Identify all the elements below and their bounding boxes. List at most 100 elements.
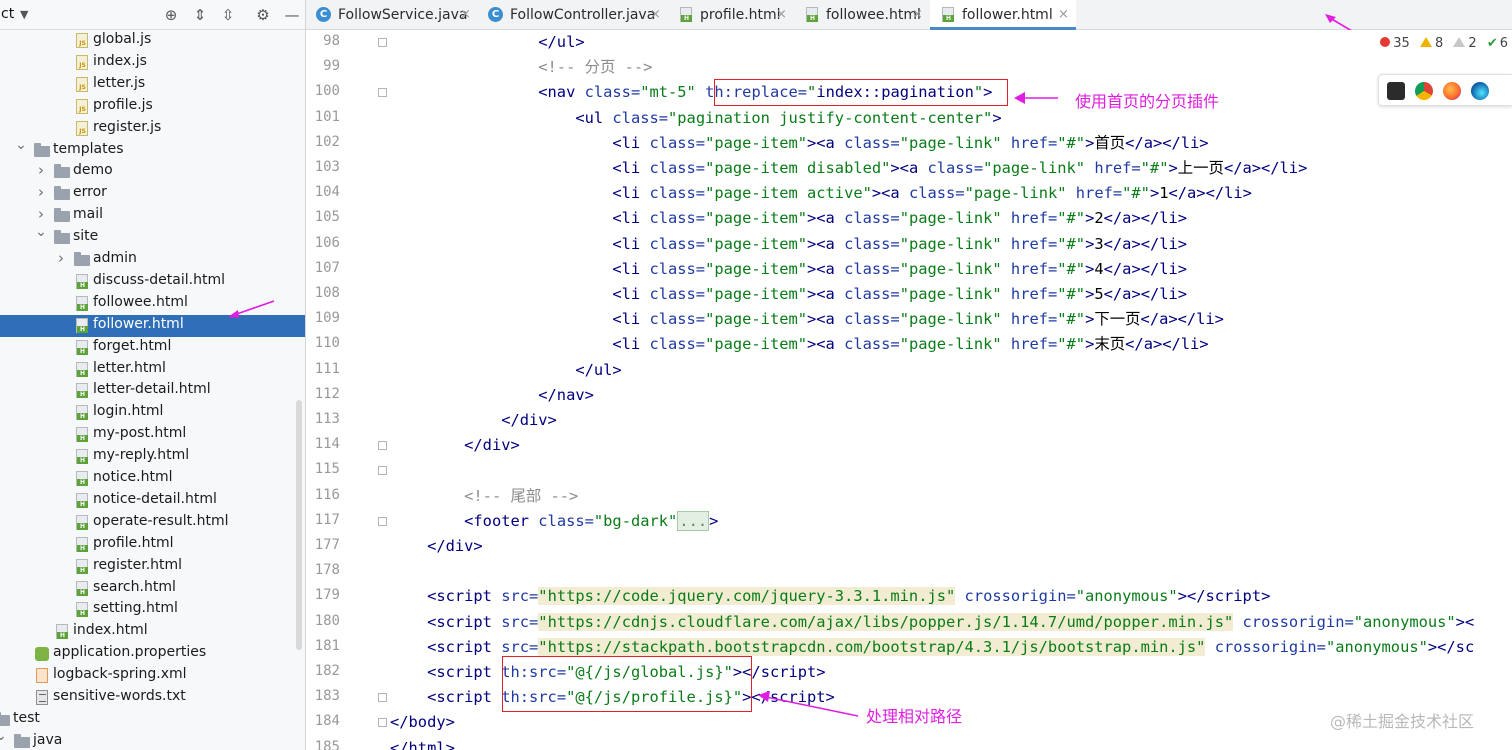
tree-file[interactable]: sensitive-words.txt	[0, 687, 305, 709]
chrome-icon[interactable]	[1415, 82, 1433, 100]
close-icon[interactable]: ×	[460, 7, 471, 22]
tree-folder[interactable]: ⌄ templates	[0, 137, 305, 162]
fold-marker-icon[interactable]	[378, 88, 387, 98]
code-line[interactable]: <!-- 分页 -->	[390, 55, 652, 80]
chevron-down-icon[interactable]: ▼	[20, 8, 28, 21]
code-line[interactable]: <li class="page-item"><a class="page-lin…	[390, 206, 1187, 231]
hide-panel-icon[interactable]: —	[280, 3, 304, 27]
chevron-right-icon[interactable]: ›	[35, 161, 47, 179]
code-line[interactable]: </div>	[390, 534, 483, 559]
close-icon[interactable]: ×	[1058, 7, 1069, 22]
tree-file[interactable]: letter.html	[0, 359, 305, 381]
chevron-down-icon[interactable]: ⌄	[0, 728, 7, 744]
code-line[interactable]: <script src="https://cdnjs.cloudflare.co…	[390, 610, 1474, 635]
tree-file[interactable]: index.html	[0, 621, 305, 643]
html-file-icon	[74, 580, 90, 597]
code-line[interactable]: <li class="page-item active"><a class="p…	[390, 181, 1252, 206]
locate-icon[interactable]: ⊕	[159, 3, 183, 27]
code-line[interactable]: <li class="page-item"><a class="page-lin…	[390, 232, 1187, 257]
code-line[interactable]: <li class="page-item disabled"><a class=…	[390, 156, 1307, 181]
tree-file[interactable]: register.html	[0, 556, 305, 578]
fold-marker-icon[interactable]	[378, 441, 387, 451]
close-icon[interactable]: ×	[650, 7, 661, 22]
tree-file[interactable]: operate-result.html	[0, 512, 305, 534]
tree-scrollbar[interactable]	[296, 400, 302, 650]
code-line[interactable]: <li class="page-item"><a class="page-lin…	[390, 131, 1208, 156]
tree-file[interactable]: discuss-detail.html	[0, 271, 305, 293]
edge-icon[interactable]	[1471, 82, 1489, 100]
tree-item-label: followee.html	[93, 293, 188, 310]
tree-file[interactable]: register.js	[0, 118, 305, 140]
code-line[interactable]: </ul>	[390, 358, 621, 383]
code-editor[interactable]: 98 99 100 101 102 103 104 105 106 107 108 109 110 111…	[306, 30, 1512, 750]
tree-folder[interactable]: › demo	[0, 161, 305, 183]
project-panel-title[interactable]: ct	[1, 6, 14, 22]
firefox-icon[interactable]	[1443, 82, 1461, 100]
editor-tab[interactable]: follower.html ×	[930, 0, 1076, 30]
tree-file[interactable]: logback-spring.xml	[0, 665, 305, 687]
code-line[interactable]: <!-- 尾部 -->	[390, 484, 578, 509]
chevron-down-icon[interactable]: ⌄	[15, 137, 27, 153]
tree-file[interactable]: search.html	[0, 578, 305, 600]
chevron-right-icon[interactable]: ›	[55, 249, 67, 267]
close-icon[interactable]: ×	[912, 7, 923, 22]
tree-folder[interactable]: › admin	[0, 249, 305, 271]
fold-marker-icon[interactable]	[378, 38, 387, 47]
fold-marker-icon[interactable]	[378, 693, 387, 703]
code-line[interactable]: </div>	[390, 408, 557, 433]
code-line[interactable]: </div>	[390, 433, 520, 458]
line-number-gutter: 98 99 100 101 102 103 104 105 106 107 108 109 110 111…	[306, 30, 387, 750]
code-line[interactable]: <li class="page-item"><a class="page-lin…	[390, 282, 1187, 307]
tree-item-label: templates	[53, 140, 124, 157]
tree-folder[interactable]: › error	[0, 183, 305, 205]
editor-tab[interactable]: profile.html×	[668, 0, 794, 30]
intellij-browser-icon[interactable]	[1387, 82, 1405, 100]
code-line[interactable]: </body>	[390, 710, 455, 735]
chevron-right-icon[interactable]: ›	[35, 183, 47, 201]
close-icon[interactable]: ×	[776, 7, 787, 22]
expand-all-icon[interactable]: ⇕	[188, 3, 212, 27]
fold-marker-icon[interactable]	[378, 466, 387, 476]
tree-item-label: global.js	[93, 31, 152, 47]
code-line[interactable]: </ul>	[390, 30, 584, 55]
code-line[interactable]: <script src="https://code.jquery.com/jqu…	[390, 584, 1270, 609]
tree-file[interactable]: forget.html	[0, 337, 305, 359]
tree-file[interactable]: letter.js	[0, 74, 305, 96]
inspection-widget[interactable]: 35 8 2 ✔ 6	[1374, 36, 1508, 54]
tree-file[interactable]: application.properties	[0, 643, 305, 665]
tree-file[interactable]: profile.js	[0, 96, 305, 118]
editor-tab[interactable]: followee.html×	[794, 0, 930, 30]
line-number: 110	[314, 335, 340, 352]
code-line[interactable]: <li class="page-item"><a class="page-lin…	[390, 307, 1224, 332]
tree-file[interactable]: notice.html	[0, 468, 305, 490]
tree-file[interactable]: index.js	[0, 52, 305, 74]
chevron-right-icon[interactable]: ›	[35, 205, 47, 223]
tree-folder[interactable]: ⌄test	[0, 709, 305, 731]
fold-marker-icon[interactable]	[378, 516, 387, 526]
tree-file[interactable]: global.js	[0, 30, 305, 52]
tree-file[interactable]: letter-detail.html	[0, 380, 305, 402]
collapse-all-icon[interactable]: ⇳	[216, 3, 240, 27]
tree-file[interactable]: setting.html	[0, 599, 305, 621]
editor-tab[interactable]: C FollowController.java ×	[478, 0, 668, 30]
code-line[interactable]: <ul class="pagination justify-content-ce…	[390, 106, 1001, 131]
code-line[interactable]: <li class="page-item"><a class="page-lin…	[390, 257, 1187, 282]
tree-file[interactable]: my-post.html	[0, 424, 305, 446]
tree-file[interactable]: profile.html	[0, 534, 305, 556]
code-line[interactable]: </html>	[390, 736, 455, 750]
tree-folder[interactable]: ⌄ site	[0, 224, 305, 249]
tree-folder[interactable]: ⌄ java	[0, 728, 305, 750]
fold-marker-icon[interactable]	[378, 718, 387, 728]
line-number: 113	[314, 411, 340, 427]
chevron-down-icon[interactable]: ⌄	[35, 224, 47, 240]
gear-icon[interactable]: ⚙	[251, 3, 275, 27]
tree-file[interactable]: login.html	[0, 402, 305, 424]
tree-file[interactable]: my-reply.html	[0, 446, 305, 468]
line-number: 117	[314, 511, 340, 528]
code-line[interactable]: </nav>	[390, 383, 594, 408]
code-line[interactable]: <footer class="bg-dark"... >	[390, 509, 718, 534]
tree-file[interactable]: notice-detail.html	[0, 490, 305, 512]
txt-file-icon	[34, 690, 50, 706]
code-line[interactable]: <li class="page-item"><a class="page-lin…	[390, 332, 1208, 357]
editor-tab[interactable]: C FollowService.java ×	[306, 0, 478, 30]
